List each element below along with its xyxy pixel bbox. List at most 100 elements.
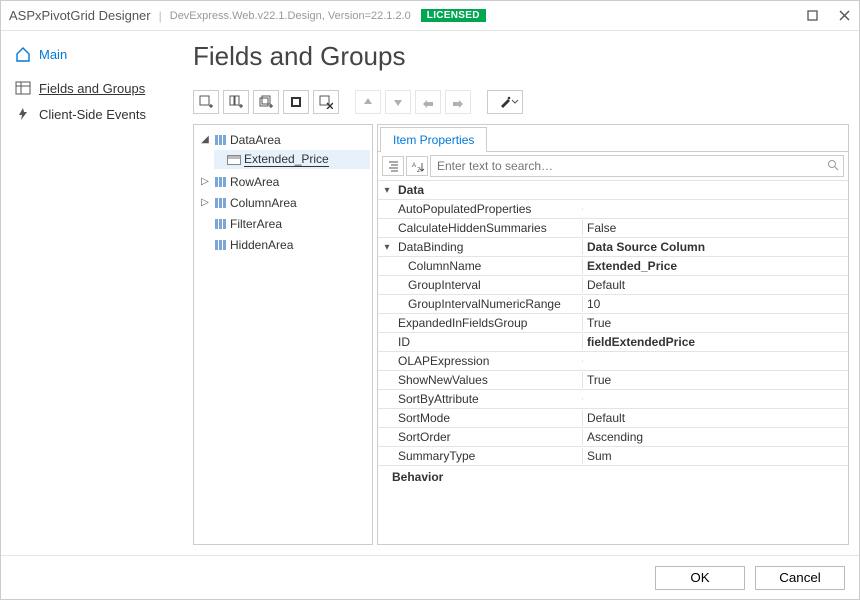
search-icon	[827, 159, 839, 174]
property-name: CalculateHiddenSummaries	[396, 220, 582, 236]
alphabetical-view-button[interactable]: AZ	[406, 156, 428, 176]
collapse-icon[interactable]: ◢	[200, 134, 210, 145]
property-row[interactable]: SummaryTypeSum	[378, 447, 848, 466]
property-row[interactable]: GroupIntervalDefault	[378, 276, 848, 295]
property-value[interactable]: Default	[582, 410, 848, 426]
area-icon	[213, 218, 227, 230]
property-value[interactable]	[582, 208, 848, 210]
field-icon	[227, 155, 241, 165]
tab-item-properties[interactable]: Item Properties	[380, 127, 487, 152]
property-value[interactable]: Data Source Column	[582, 239, 848, 255]
property-value[interactable]	[582, 398, 848, 400]
close-icon[interactable]	[837, 9, 851, 23]
property-value[interactable]: 10	[582, 296, 848, 312]
lightning-icon	[15, 106, 31, 122]
property-name: SummaryType	[396, 448, 582, 464]
move-left-button[interactable]	[415, 90, 441, 114]
property-row[interactable]: AutoPopulatedProperties	[378, 200, 848, 219]
property-name: ShowNewValues	[396, 372, 582, 388]
area-icon	[213, 239, 227, 251]
property-row[interactable]: ▾DataBindingData Source Column	[378, 238, 848, 257]
edit-field-button[interactable]	[283, 90, 309, 114]
expand-toggle-icon[interactable]: ▾	[378, 242, 396, 253]
delete-field-button[interactable]	[313, 90, 339, 114]
property-grid[interactable]: ▾DataAutoPopulatedPropertiesCalculateHid…	[378, 181, 848, 544]
wizard-button[interactable]	[487, 90, 523, 114]
sidebar-item-client-events[interactable]: Client-Side Events	[11, 101, 181, 127]
property-name: ExpandedInFieldsGroup	[396, 315, 582, 331]
property-row[interactable]: GroupIntervalNumericRange10	[378, 295, 848, 314]
titlebar: ASPxPivotGrid Designer | DevExpress.Web.…	[1, 1, 859, 31]
property-row[interactable]: ShowNewValuesTrue	[378, 371, 848, 390]
areas-tree[interactable]: ◢ DataArea Extended_Price	[193, 124, 373, 545]
dialog-footer: OK Cancel	[1, 555, 859, 599]
property-name: GroupInterval	[396, 277, 582, 293]
sidebar-item-fields-groups[interactable]: Fields and Groups	[11, 75, 181, 101]
property-category: Behavior	[378, 466, 848, 488]
property-value[interactable]: fieldExtendedPrice	[582, 334, 848, 350]
property-row[interactable]: IDfieldExtendedPrice	[378, 333, 848, 352]
property-row[interactable]: SortOrderAscending	[378, 428, 848, 447]
tree-node-filterarea[interactable]: FilterArea	[200, 214, 370, 233]
expand-toggle-icon[interactable]: ▾	[378, 185, 396, 196]
property-value[interactable]: True	[582, 315, 848, 331]
add-area-button[interactable]	[223, 90, 249, 114]
maximize-icon[interactable]	[805, 9, 819, 23]
property-value[interactable]: Ascending	[582, 429, 848, 445]
add-field-button[interactable]	[193, 90, 219, 114]
add-group-button[interactable]	[253, 90, 279, 114]
tree-node-columnarea[interactable]: ▷ ColumnArea	[200, 193, 370, 212]
property-search-input[interactable]	[430, 155, 844, 177]
property-row[interactable]: OLAPExpression	[378, 352, 848, 371]
designer-window: ASPxPivotGrid Designer | DevExpress.Web.…	[0, 0, 860, 600]
property-row[interactable]: ColumnNameExtended_Price	[378, 257, 848, 276]
categorized-view-button[interactable]	[382, 156, 404, 176]
property-row[interactable]: ExpandedInFieldsGroupTrue	[378, 314, 848, 333]
tree-node-extended-price[interactable]: Extended_Price	[214, 150, 370, 169]
property-panel: Item Properties AZ ▾DataAutoPopulatedPro…	[377, 124, 849, 545]
toolbar	[193, 90, 849, 114]
ok-button[interactable]: OK	[655, 566, 745, 590]
page-title: Fields and Groups	[193, 41, 849, 72]
property-name: DataBinding	[396, 239, 582, 255]
tree-node-dataarea[interactable]: ◢ DataArea	[200, 130, 370, 149]
nav-sidebar: Main Fields and Groups Client-Side Event…	[11, 41, 181, 545]
window-subtitle: DevExpress.Web.v22.1.Design, Version=22.…	[170, 10, 411, 22]
expand-icon[interactable]: ▷	[200, 197, 210, 208]
tree-node-hiddenarea[interactable]: HiddenArea	[200, 235, 370, 254]
license-badge: LICENSED	[421, 9, 486, 22]
property-value[interactable]: True	[582, 372, 848, 388]
move-right-button[interactable]	[445, 90, 471, 114]
property-name: SortOrder	[396, 429, 582, 445]
property-value[interactable]: Extended_Price	[582, 258, 848, 274]
svg-text:A: A	[412, 163, 416, 169]
area-icon	[213, 197, 227, 209]
home-icon	[15, 46, 31, 62]
property-value[interactable]: Sum	[582, 448, 848, 464]
area-icon	[213, 134, 227, 146]
area-icon	[213, 176, 227, 188]
property-value[interactable]: False	[582, 220, 848, 236]
property-name: SortMode	[396, 410, 582, 426]
cancel-button[interactable]: Cancel	[755, 566, 845, 590]
move-down-button[interactable]	[385, 90, 411, 114]
property-name: ID	[396, 334, 582, 350]
property-row[interactable]: SortByAttribute	[378, 390, 848, 409]
property-row[interactable]: ▾Data	[378, 181, 848, 200]
property-name: SortByAttribute	[396, 391, 582, 407]
property-name: GroupIntervalNumericRange	[396, 296, 582, 312]
property-value[interactable]: Default	[582, 277, 848, 293]
property-name: AutoPopulatedProperties	[396, 201, 582, 217]
property-row[interactable]: CalculateHiddenSummariesFalse	[378, 219, 848, 238]
move-up-button[interactable]	[355, 90, 381, 114]
grid-icon	[15, 80, 31, 96]
sidebar-main[interactable]: Main	[11, 41, 181, 67]
property-row[interactable]: SortModeDefault	[378, 409, 848, 428]
property-name: OLAPExpression	[396, 353, 582, 369]
property-value[interactable]	[582, 360, 848, 362]
expand-icon[interactable]: ▷	[200, 176, 210, 187]
window-title: ASPxPivotGrid Designer	[9, 8, 151, 23]
property-name: Data	[396, 182, 582, 198]
property-name: ColumnName	[396, 258, 582, 274]
tree-node-rowarea[interactable]: ▷ RowArea	[200, 172, 370, 191]
